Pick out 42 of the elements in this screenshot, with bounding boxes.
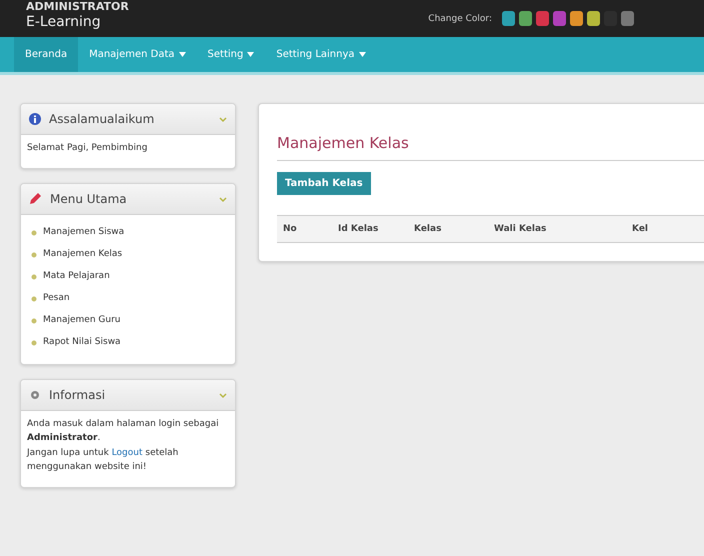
menu-item[interactable]: Manajemen Guru <box>27 310 229 332</box>
menu-item[interactable]: Pesan <box>27 288 229 310</box>
color-swatch[interactable] <box>536 11 549 26</box>
bullet-icon <box>31 340 37 346</box>
bullet-icon <box>31 318 37 324</box>
role-label: ADMINISTRATOR <box>26 0 129 12</box>
menu-item[interactable]: Rapot Nilai Siswa <box>27 332 229 354</box>
panel-title: Assalamualaikum <box>49 112 156 126</box>
bullet-icon <box>31 230 37 236</box>
color-swatch[interactable] <box>570 11 583 26</box>
color-swatch[interactable] <box>553 11 566 26</box>
chevron-icon[interactable] <box>219 115 227 123</box>
column-header: Wali Kelas <box>493 223 548 236</box>
color-swatch[interactable] <box>502 11 515 26</box>
panel-text: Jangan lupa untuk Logout setelah menggunakan website ini! <box>27 447 180 474</box>
column-header: Kel <box>631 223 650 236</box>
add-class-button[interactable]: Tambah Kelas <box>277 172 371 195</box>
column-header: No <box>282 223 298 236</box>
panel-title: Menu Utama <box>50 192 128 206</box>
panel-text: Selamat Pagi, Pembimbing <box>27 142 148 155</box>
bullet-icon <box>31 274 37 280</box>
menu-item[interactable]: Manajemen Kelas <box>27 244 229 266</box>
column-header: Id Kelas <box>337 223 380 236</box>
bullet-icon <box>31 296 37 302</box>
color-swatch[interactable] <box>519 11 532 26</box>
bullet-icon <box>31 252 37 258</box>
change-color-label: Change Color: <box>428 14 492 24</box>
info-icon <box>29 113 41 125</box>
logout-link[interactable]: Logout <box>112 448 143 458</box>
pencil-icon <box>29 192 42 206</box>
color-swatch[interactable] <box>587 11 600 26</box>
panel-text: Anda masuk dalam halaman login sebagai Administrator. <box>27 418 220 444</box>
column-header: Kelas <box>413 223 442 236</box>
panel-title: Informasi <box>49 388 106 402</box>
chevron-icon[interactable] <box>219 194 227 203</box>
chevron-icon[interactable] <box>219 390 227 399</box>
color-swatch[interactable] <box>621 11 634 26</box>
app-title: E-Learning <box>26 14 102 28</box>
page-title: Manajemen Kelas <box>277 134 704 161</box>
menu-item[interactable]: Mata Pelajaran <box>27 266 229 288</box>
gear-icon <box>29 388 41 401</box>
menu-item[interactable]: Manajemen Siswa <box>27 222 229 244</box>
